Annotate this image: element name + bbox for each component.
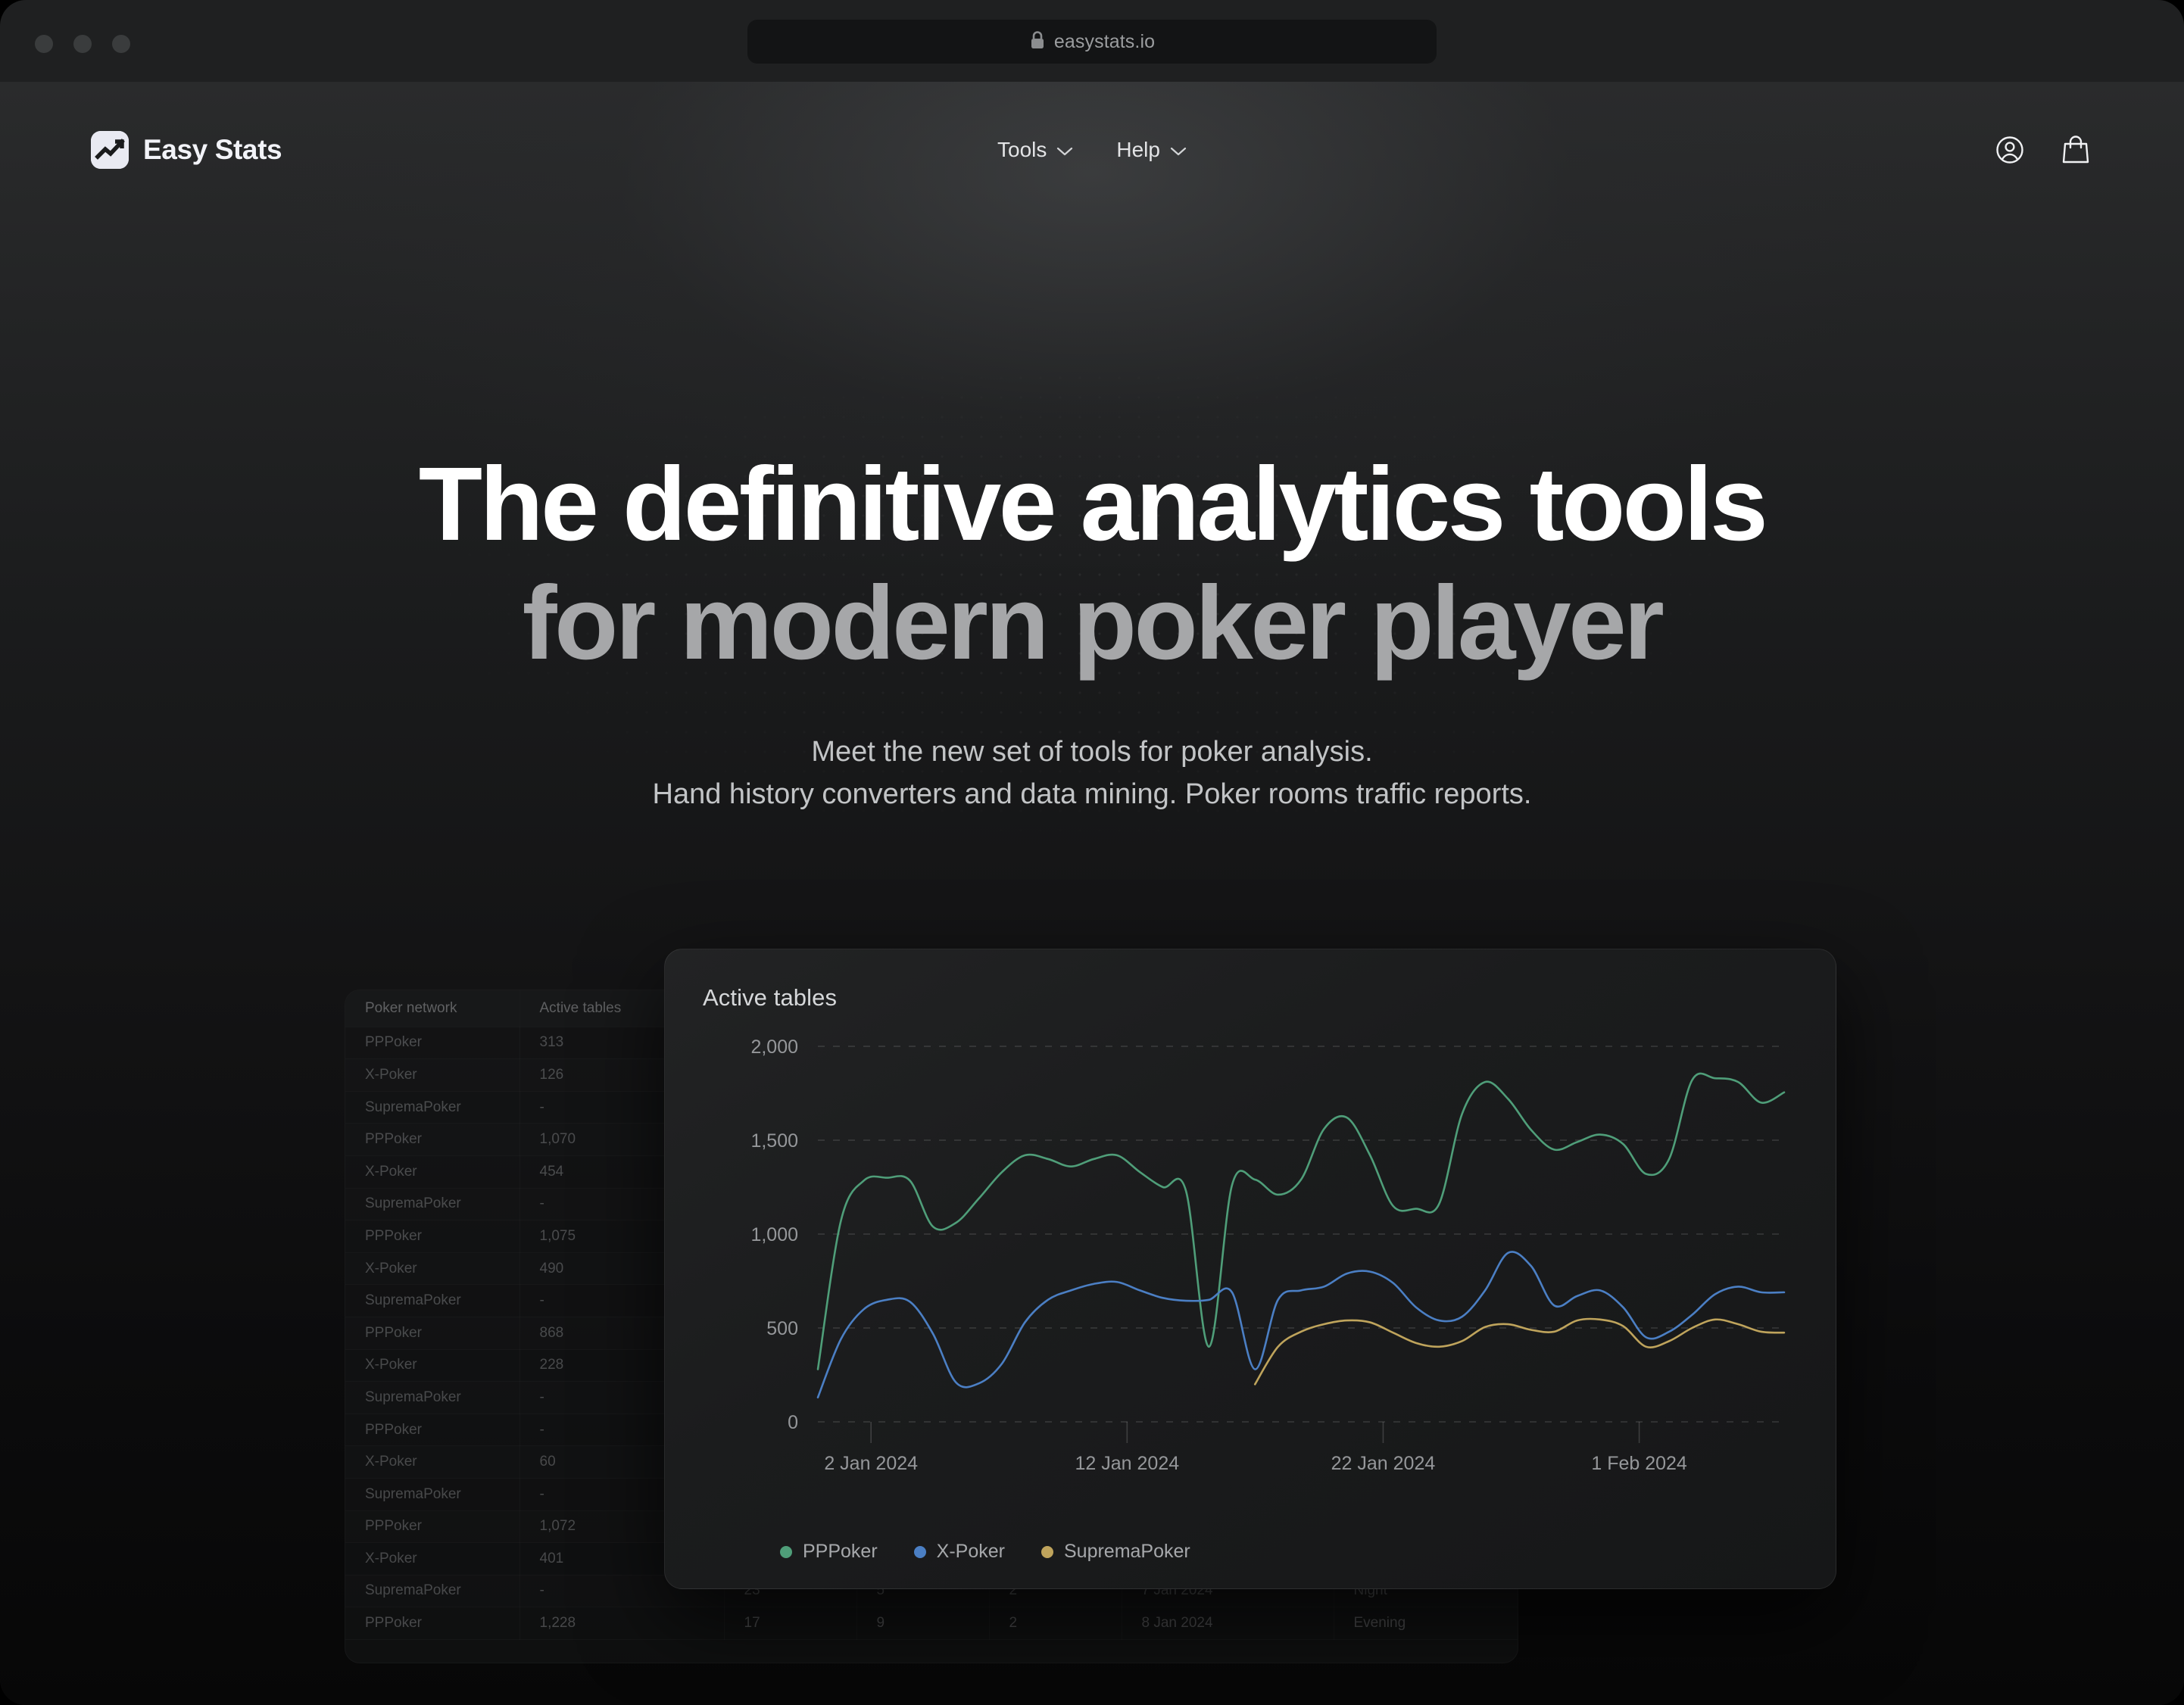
brand-logo[interactable]: Easy Stats [91,131,282,169]
page-title: The definitive analytics tools for moder… [0,445,2184,684]
table-cell: 8 Jan 2024 [1122,1607,1334,1640]
table-cell: X-Poker [345,1446,519,1479]
showcase-section: Poker network Active tables PPPoker 313 X-… [0,888,2184,1664]
table-row[interactable]: PPPoker 1,228 17 9 2 8 Jan 2024 Evening [345,1607,1518,1640]
table-cell: 2 [989,1607,1122,1640]
lock-icon [1029,30,1046,54]
legend-color-dot [913,1545,926,1558]
chart-x-axis-label: 1 Feb 2024 [1591,1453,1687,1474]
page-body: Easy Stats Tools Help The definitive ana… [0,82,2184,1705]
url-text: easystats.io [1053,30,1156,52]
main-navigation: Tools Help [997,138,1187,162]
chart-y-axis-label: 500 [766,1318,798,1339]
browser-chrome: easystats.io [0,0,2184,82]
hero-subtitle-line-1: Meet the new set of tools for poker anal… [811,735,1373,768]
chart-x-axis-label: 2 Jan 2024 [824,1453,918,1474]
table-cell: 1,228 [519,1607,724,1640]
table-cell: PPPoker [345,1027,519,1059]
hero-section: The definitive analytics tools for moder… [0,218,2184,815]
legend-label: X-Poker [936,1541,1005,1563]
chart-plot-area: 0 500 1,000 1,500 2,000 2 Jan 2024 12 Jan 2024… [703,1036,1799,1505]
table-cell: SupremaPoker [345,1382,519,1414]
table-cell: X-Poker [345,1252,519,1285]
legend-label: PPPoker [803,1541,878,1563]
table-cell: PPPoker [345,1220,519,1253]
table-cell: SupremaPoker [345,1478,519,1510]
chart-y-axis-label: 1,000 [750,1224,798,1245]
chevron-down-icon [1170,138,1187,162]
close-window-button[interactable] [35,35,53,53]
table-cell: X-Poker [345,1059,519,1092]
hero-subtitle-line-2: Hand history converters and data mining.… [652,778,1532,810]
brand-name: Easy Stats [143,134,282,165]
header-actions [1992,132,2093,167]
chevron-down-icon [1056,138,1073,162]
traffic-lights [35,35,130,53]
table-cell: SupremaPoker [345,1575,519,1607]
table-cell: 17 [724,1607,856,1640]
chart-y-axis-label: 0 [788,1412,798,1433]
legend-color-dot [780,1545,792,1558]
chart-x-axis-label: 22 Jan 2024 [1331,1453,1436,1474]
screen-root: easystats.io Easy Stats Tools Help The d… [0,0,2184,1705]
account-icon[interactable] [1992,132,2027,167]
table-cell: 9 [856,1607,989,1640]
table-cell: PPPoker [345,1607,519,1640]
chart-zigzag-logo-icon [91,131,129,169]
nav-item-help-label: Help [1116,138,1160,161]
chart-series-line [1253,1317,1786,1386]
table-cell: X-Poker [345,1155,519,1188]
browser-window: easystats.io Easy Stats Tools Help The d… [0,0,2184,1705]
active-tables-line-chart: 0 500 1,000 1,500 2,000 2 Jan 2024 12 Jan 2024… [750,1036,1786,1474]
hero-title-line-1: The definitive analytics tools [418,446,1768,563]
chart-series-line [816,1251,1786,1399]
nav-item-tools-label: Tools [997,138,1047,161]
table-column-header[interactable]: Poker network [345,990,519,1027]
legend-color-dot [1041,1545,1053,1558]
chart-title: Active tables [703,984,838,1011]
shopping-bag-icon[interactable] [2058,132,2093,167]
table-cell: SupremaPoker [345,1285,519,1317]
chart-legend-item[interactable]: PPPoker [780,1541,878,1563]
legend-label: SupremaPoker [1063,1541,1190,1563]
table-cell: Evening [1334,1607,1518,1640]
chart-x-axis-label: 12 Jan 2024 [1075,1453,1180,1474]
table-cell: X-Poker [345,1543,519,1576]
hero-subtitle: Meet the new set of tools for poker anal… [0,731,2184,815]
hero-title-line-2: for modern poker player [522,565,1665,682]
site-header: Easy Stats Tools Help [0,82,2184,218]
address-bar[interactable]: easystats.io [747,20,1437,64]
table-cell: X-Poker [345,1349,519,1382]
minimize-window-button[interactable] [73,35,92,53]
chart-legend-item[interactable]: X-Poker [913,1541,1005,1563]
chart-series-line [816,1072,1786,1370]
chart-y-axis-label: 2,000 [750,1036,798,1058]
table-cell: PPPoker [345,1510,519,1543]
table-cell: PPPoker [345,1124,519,1156]
chart-legend-item[interactable]: SupremaPoker [1041,1541,1190,1563]
active-tables-chart-card: Active tables 0 500 1,000 1,500 2,000 2 Jan 2… [664,949,1836,1590]
nav-item-tools[interactable]: Tools [997,138,1073,162]
table-cell: PPPoker [345,1317,519,1349]
table-cell: SupremaPoker [345,1188,519,1220]
chart-y-axis-label: 1,500 [750,1130,798,1152]
maximize-window-button[interactable] [112,35,130,53]
chart-legend: PPPoker X-Poker SupremaPoker [780,1541,1190,1563]
nav-item-help[interactable]: Help [1116,138,1187,162]
table-cell: SupremaPoker [345,1091,519,1124]
table-cell: PPPoker [345,1414,519,1446]
